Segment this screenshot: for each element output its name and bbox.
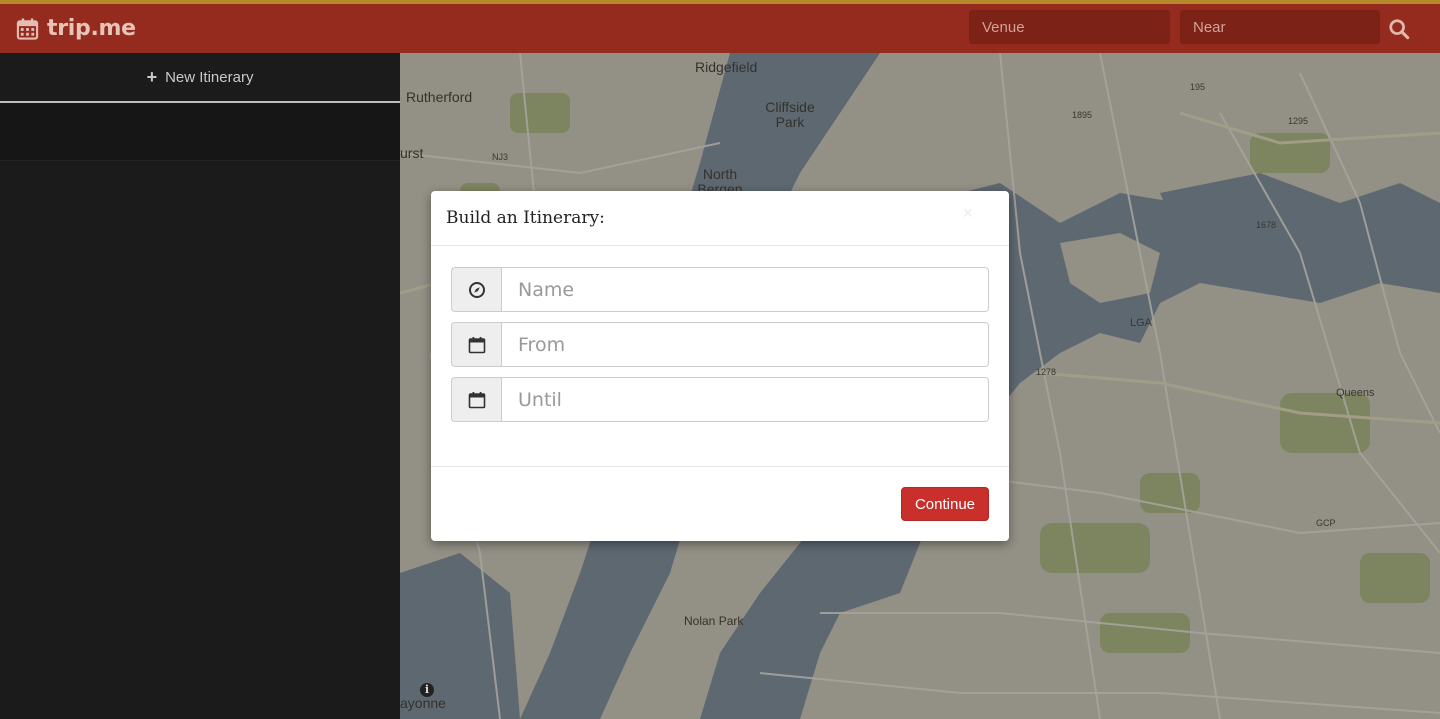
calendar-icon xyxy=(16,17,39,40)
close-icon[interactable]: × xyxy=(962,203,973,224)
venue-search-input[interactable] xyxy=(969,10,1170,44)
until-date-field xyxy=(451,377,989,422)
new-itinerary-label: New Itinerary xyxy=(165,68,254,86)
map-info-icon[interactable]: i xyxy=(420,683,434,697)
sidebar-itinerary-slot xyxy=(0,103,400,161)
name-field xyxy=(451,267,989,312)
calendar-icon xyxy=(451,377,501,422)
brand[interactable]: trip.me xyxy=(16,16,136,41)
from-date-input[interactable] xyxy=(501,322,989,367)
plus-icon: + xyxy=(146,67,158,87)
until-date-input[interactable] xyxy=(501,377,989,422)
itinerary-sidebar: + New Itinerary xyxy=(0,53,400,719)
top-navbar: trip.me xyxy=(0,0,1440,53)
modal-header: Build an Itinerary: × xyxy=(431,191,1009,246)
search-icon[interactable] xyxy=(1388,18,1410,40)
itinerary-name-input[interactable] xyxy=(501,267,989,312)
brand-name: trip.me xyxy=(47,16,136,41)
build-itinerary-modal: Build an Itinerary: × Name From Until Co… xyxy=(431,191,1009,541)
from-date-field xyxy=(451,322,989,367)
modal-footer: Continue xyxy=(431,466,1009,542)
modal-title: Build an Itinerary: xyxy=(446,208,605,228)
compass-icon xyxy=(451,267,501,312)
new-itinerary-button[interactable]: + New Itinerary xyxy=(0,53,400,103)
continue-button[interactable]: Continue xyxy=(900,487,989,521)
calendar-icon xyxy=(451,322,501,367)
near-location-input[interactable] xyxy=(1180,10,1380,44)
